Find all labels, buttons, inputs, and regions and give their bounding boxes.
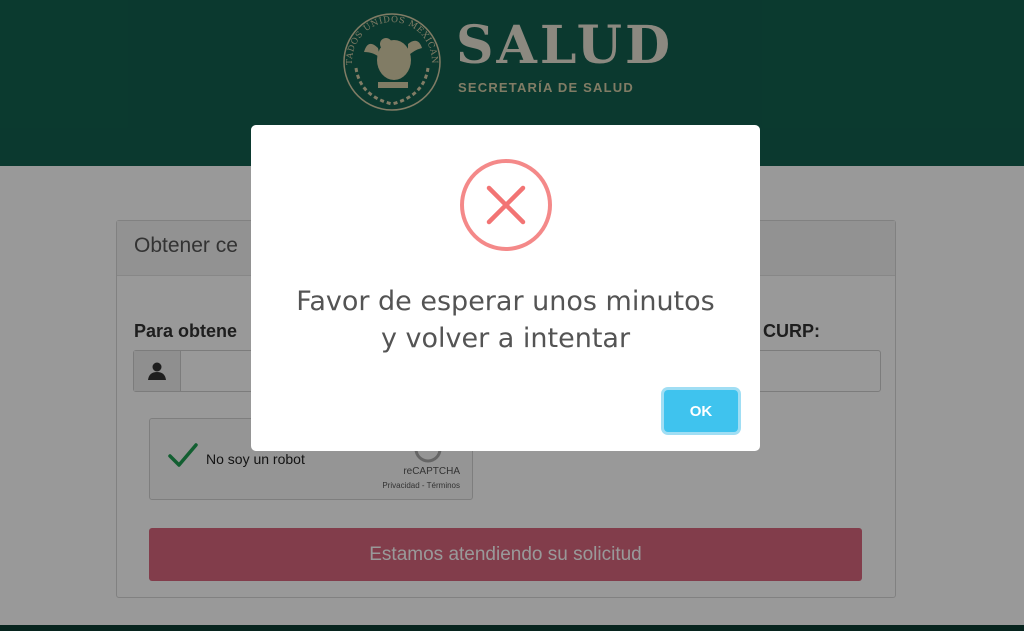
modal-message: Favor de esperar unos minutos y volver a…: [251, 283, 760, 357]
error-x-icon: [460, 159, 552, 251]
modal-message-line1: Favor de esperar unos minutos: [296, 286, 715, 317]
error-modal: Favor de esperar unos minutos y volver a…: [251, 125, 760, 451]
modal-message-line2: y volver a intentar: [380, 323, 631, 354]
ok-button[interactable]: OK: [664, 390, 738, 432]
